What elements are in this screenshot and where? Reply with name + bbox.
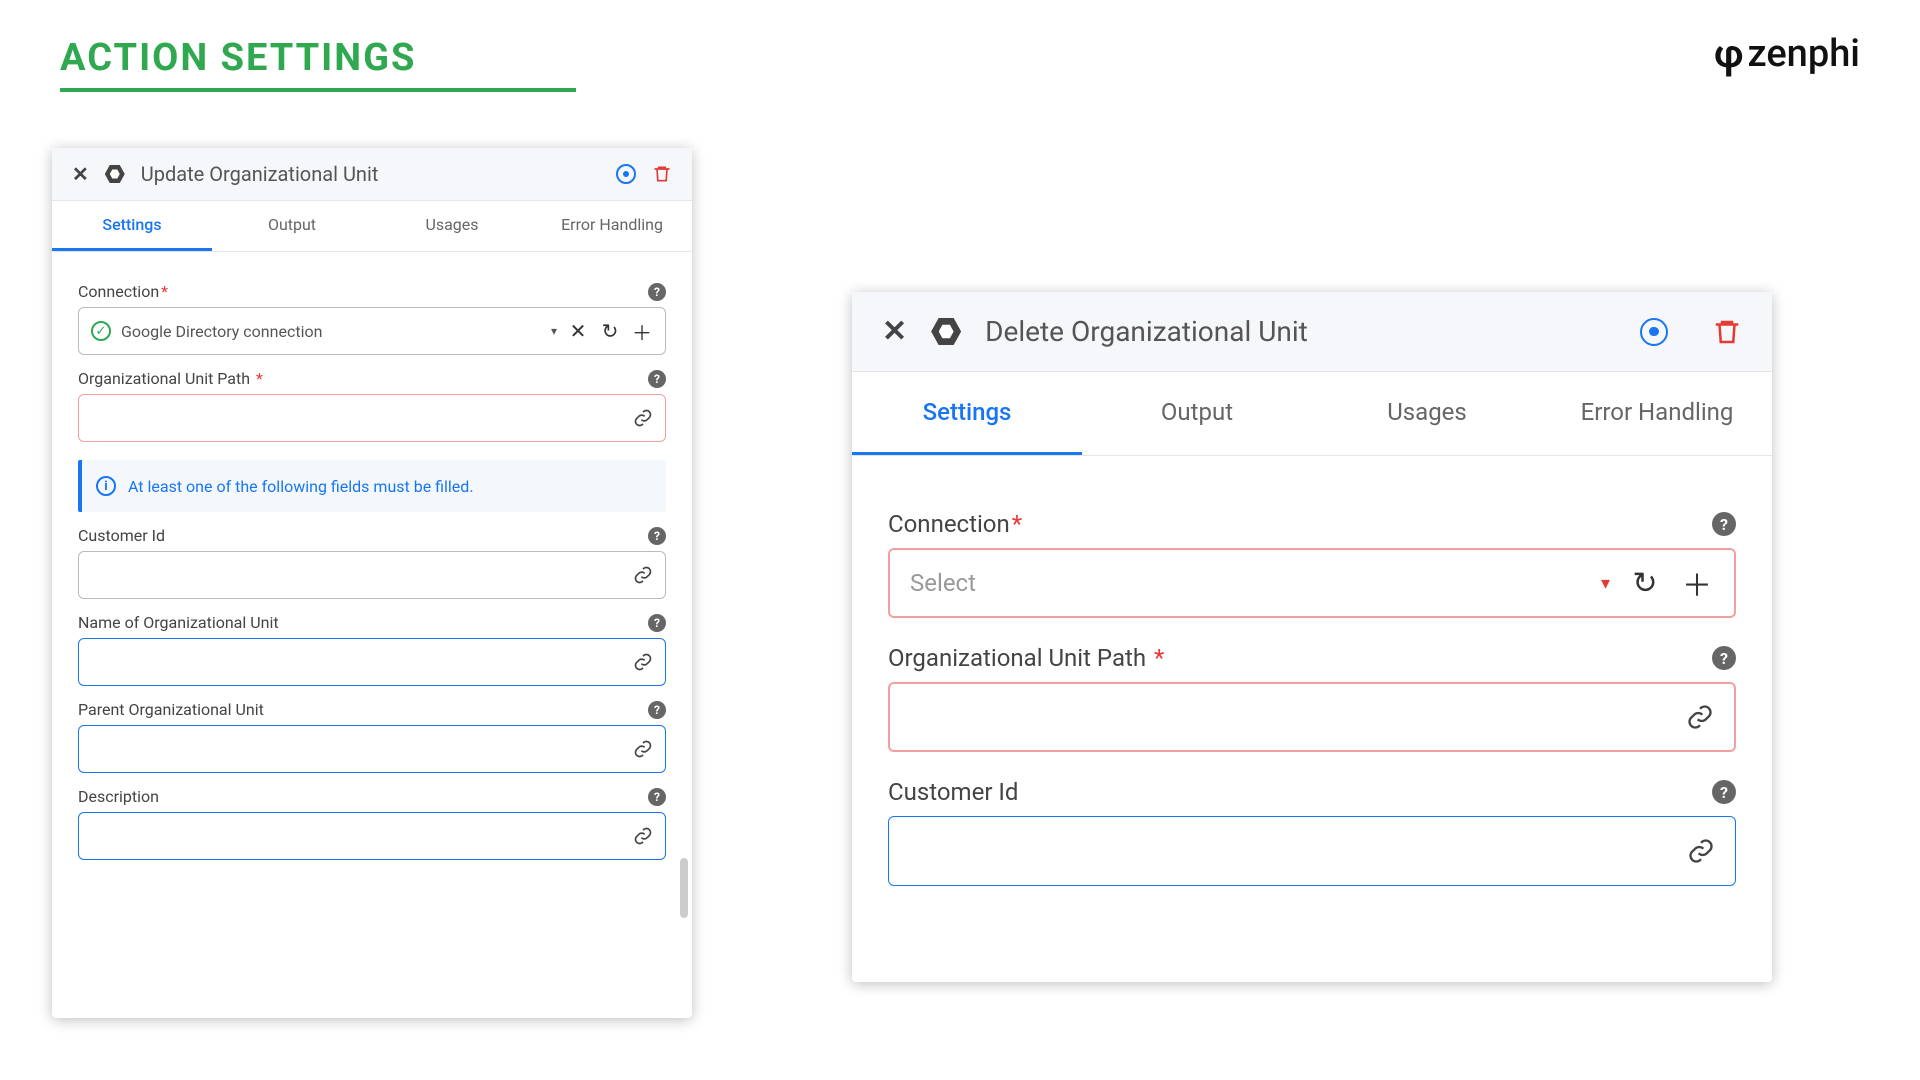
connection-label-row: Connection* ? — [78, 282, 666, 301]
desc-label-row: Description ? — [78, 787, 666, 806]
tab-output[interactable]: Output — [1082, 372, 1312, 455]
orgpath-label: Organizational Unit Path * — [78, 369, 263, 388]
action-icon — [931, 317, 961, 347]
customerid-input[interactable] — [78, 551, 666, 599]
target-icon[interactable] — [1640, 318, 1668, 346]
brand-phi-icon: φ — [1714, 30, 1743, 77]
info-icon: i — [96, 476, 116, 496]
panel-header: ✕ Update Organizational Unit — [52, 148, 692, 201]
target-icon[interactable] — [616, 164, 636, 184]
connection-placeholder: Select — [910, 569, 1583, 597]
brand-text: zenphi — [1748, 32, 1860, 76]
info-text: At least one of the following fields mus… — [128, 477, 474, 496]
tab-output[interactable]: Output — [212, 201, 372, 251]
parentou-label: Parent Organizational Unit — [78, 700, 264, 719]
connection-select[interactable]: Select ▾ ↻ ＋ — [888, 548, 1736, 618]
connection-label-row: Connection* ? — [888, 510, 1736, 538]
scrollbar[interactable] — [680, 858, 688, 918]
link-icon[interactable] — [633, 565, 653, 585]
close-icon[interactable]: ✕ — [72, 162, 89, 186]
orgpath-input[interactable] — [78, 394, 666, 442]
desc-input[interactable] — [78, 812, 666, 860]
help-icon[interactable]: ? — [648, 614, 666, 632]
connection-label: Connection* — [78, 282, 168, 301]
tab-error-handling[interactable]: Error Handling — [532, 201, 692, 251]
trash-icon[interactable] — [1712, 317, 1742, 347]
nameou-label: Name of Organizational Unit — [78, 613, 279, 632]
panel-update-ou: ✕ Update Organizational Unit Settings Ou… — [52, 148, 692, 1018]
customerid-label: Customer Id — [888, 778, 1018, 806]
customerid-label-row: Customer Id ? — [78, 526, 666, 545]
help-icon[interactable]: ? — [1712, 780, 1736, 804]
help-icon[interactable]: ? — [648, 527, 666, 545]
nameou-label-row: Name of Organizational Unit ? — [78, 613, 666, 632]
tab-bar: Settings Output Usages Error Handling — [852, 372, 1772, 456]
connection-label: Connection* — [888, 510, 1022, 538]
link-icon[interactable] — [633, 408, 653, 428]
connection-value: Google Directory connection — [121, 322, 541, 341]
refresh-icon[interactable]: ↻ — [599, 319, 621, 343]
orgpath-label-row: Organizational Unit Path * ? — [78, 369, 666, 388]
refresh-icon[interactable]: ↻ — [1628, 566, 1662, 601]
panel-header: ✕ Delete Organizational Unit — [852, 292, 1772, 372]
desc-label: Description — [78, 787, 159, 806]
clear-icon[interactable]: ✕ — [567, 319, 589, 343]
info-banner: i At least one of the following fields m… — [78, 460, 666, 512]
connection-select[interactable]: ✓ Google Directory connection ▾ ✕ ↻ ＋ — [78, 307, 666, 355]
trash-icon[interactable] — [652, 164, 672, 184]
customerid-label: Customer Id — [78, 526, 165, 545]
page-title: ACTION SETTINGS — [60, 36, 576, 92]
parentou-input[interactable] — [78, 725, 666, 773]
chevron-down-icon[interactable]: ▾ — [1601, 573, 1610, 594]
tab-bar: Settings Output Usages Error Handling — [52, 201, 692, 252]
tab-settings[interactable]: Settings — [52, 201, 212, 251]
nameou-input[interactable] — [78, 638, 666, 686]
tab-error-handling[interactable]: Error Handling — [1542, 372, 1772, 455]
tab-settings[interactable]: Settings — [852, 372, 1082, 455]
customerid-label-row: Customer Id ? — [888, 778, 1736, 806]
help-icon[interactable]: ? — [648, 283, 666, 301]
tab-usages[interactable]: Usages — [372, 201, 532, 251]
link-icon[interactable] — [1687, 837, 1715, 865]
help-icon[interactable]: ? — [648, 701, 666, 719]
close-icon[interactable]: ✕ — [882, 314, 907, 349]
panel-title: Delete Organizational Unit — [985, 315, 1616, 348]
link-icon[interactable] — [633, 652, 653, 672]
help-icon[interactable]: ? — [648, 370, 666, 388]
tab-usages[interactable]: Usages — [1312, 372, 1542, 455]
panel-title: Update Organizational Unit — [141, 162, 600, 186]
action-icon — [105, 164, 125, 184]
orgpath-label: Organizational Unit Path * — [888, 644, 1164, 672]
help-icon[interactable]: ? — [1712, 646, 1736, 670]
help-icon[interactable]: ? — [1712, 512, 1736, 536]
link-icon[interactable] — [633, 739, 653, 759]
link-icon[interactable] — [1686, 703, 1714, 731]
orgpath-label-row: Organizational Unit Path * ? — [888, 644, 1736, 672]
panel-body: Connection* ? Select ▾ ↻ ＋ Organizationa… — [852, 456, 1772, 914]
orgpath-input[interactable] — [888, 682, 1736, 752]
add-icon[interactable]: ＋ — [1680, 561, 1714, 605]
parentou-label-row: Parent Organizational Unit ? — [78, 700, 666, 719]
panel-delete-ou: ✕ Delete Organizational Unit Settings Ou… — [852, 292, 1772, 982]
customerid-input[interactable] — [888, 816, 1736, 886]
help-icon[interactable]: ? — [648, 788, 666, 806]
brand-logo: φ zenphi — [1714, 30, 1860, 77]
add-icon[interactable]: ＋ — [631, 317, 653, 346]
chevron-down-icon[interactable]: ▾ — [551, 324, 557, 338]
check-icon: ✓ — [91, 321, 111, 341]
link-icon[interactable] — [633, 826, 653, 846]
panel-body: Connection* ? ✓ Google Directory connect… — [52, 252, 692, 876]
